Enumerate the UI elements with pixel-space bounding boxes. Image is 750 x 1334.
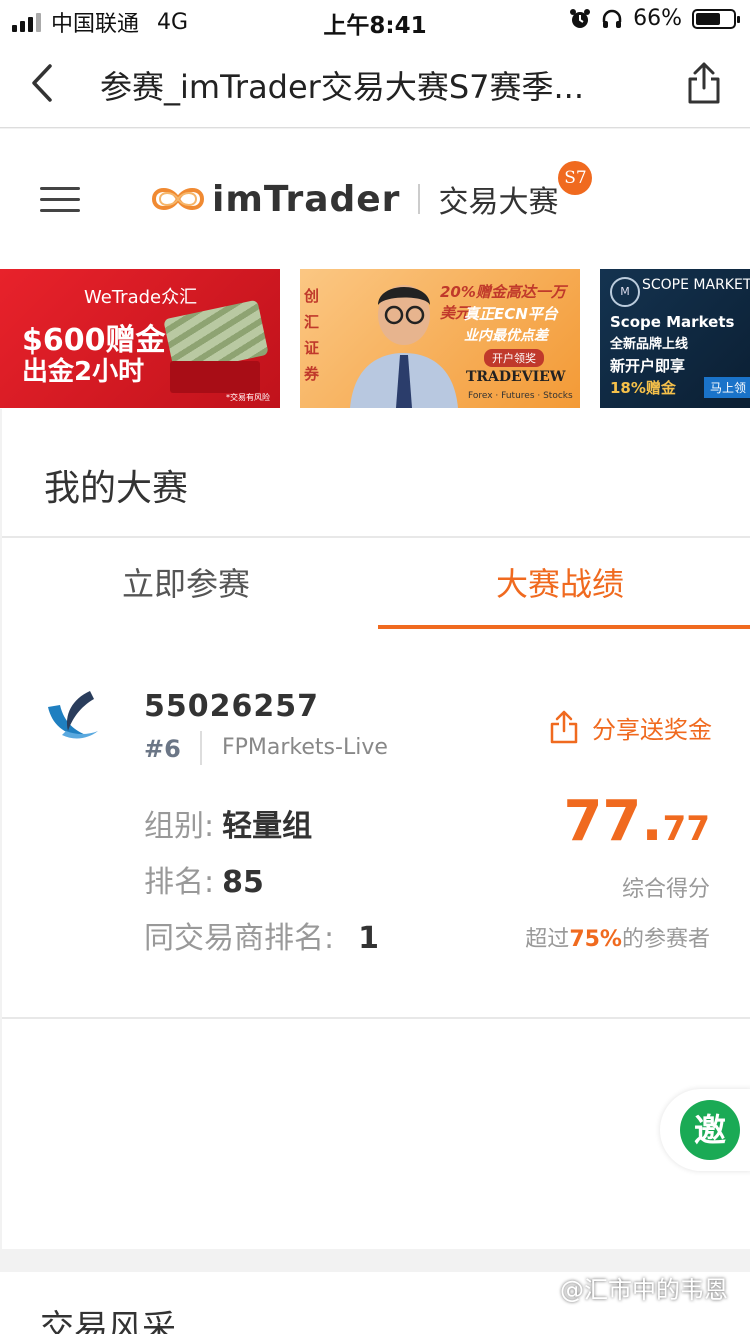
weibo-icon [531, 1277, 555, 1299]
banner-offer: 18%赠金 [610, 379, 676, 397]
overall-score: 77.77 [563, 789, 710, 854]
score-integer: 77. [563, 789, 663, 854]
score-decimal: 77 [662, 809, 710, 849]
brand-logo[interactable]: imTrader 交易大赛 S7 [148, 161, 593, 221]
banner-subline: 真正ECN平台 [464, 305, 558, 323]
tab-contest-results[interactable]: 大赛战绩 [496, 559, 624, 605]
banner-brand-sub: Forex · Futures · Stocks [468, 391, 573, 401]
share-for-bonus-button[interactable]: 分享送奖金 [548, 709, 712, 745]
ad-banner-carousel: WeTrade众汇 $600赠金 出金2小时 *交易有风险 创汇证券 20%赠金… [0, 269, 750, 409]
score-label: 综合得分 [621, 877, 710, 902]
brand-subtitle-text: 交易大赛 [438, 185, 559, 220]
section-title: 我的大赛 [44, 468, 189, 509]
rank-label: 排名: [144, 865, 215, 900]
banner-side-text: 创汇证券 [304, 287, 320, 383]
menu-icon[interactable] [40, 187, 80, 215]
percentile-value: 75% [569, 927, 622, 952]
divider [200, 731, 202, 765]
status-right: 66% [569, 6, 740, 31]
alarm-icon [570, 8, 591, 28]
banner-cta: 开户领奖 [484, 349, 544, 367]
entry-number: #6 [144, 735, 181, 763]
banner-subline-2: 业内最优点差 [464, 328, 548, 344]
watermark: @汇市中的韦恩 [530, 1270, 728, 1305]
broker-logo-icon [48, 691, 98, 739]
percentile-prefix: 超过 [525, 927, 570, 952]
section-title: 交易风采 [40, 1308, 176, 1334]
banner-brand: TRADEVIEW [466, 369, 566, 385]
rank-info: 排名: 85 [144, 857, 264, 901]
banner-note: *交易有风险 [226, 393, 270, 402]
brand-subtitle: 交易大赛 S7 [438, 161, 593, 221]
percentile-suffix: 的参赛者 [621, 927, 710, 952]
page-title: 参赛_imTrader交易大赛S7赛季... [100, 68, 585, 106]
banner-brand: WeTrade众汇 [84, 287, 198, 308]
divider [2, 536, 750, 538]
banner-subline: 全新品牌上线 [610, 337, 689, 352]
status-bar: 中国联通 4G 上午8:41 66% [0, 0, 750, 40]
banner-brand: SCOPE MARKETS [642, 277, 750, 293]
season-badge: S7 [558, 161, 593, 195]
back-icon[interactable] [22, 60, 62, 106]
infinity-logo-icon [151, 188, 205, 210]
tab-join-now[interactable]: 立即参赛 [122, 559, 250, 605]
scope-logo-icon: M [610, 277, 640, 307]
watermark-text: @汇市中的韦恩 [560, 1276, 728, 1304]
headphones-icon [602, 9, 622, 28]
invite-float: 邀 [660, 1089, 750, 1171]
logo-text: imTrader [212, 178, 401, 220]
rank-value: 85 [222, 865, 264, 900]
banner-headline: Scope Markets [610, 313, 735, 331]
banner-tradeview[interactable]: 创汇证券 20%赠金高达一万美元 真正ECN平台 业内最优点差 开户领奖 TRA… [300, 269, 580, 408]
banner-cta: 马上领 [704, 377, 750, 398]
brand-divider [418, 184, 421, 214]
share-for-bonus-label: 分享送奖金 [592, 715, 712, 744]
group-label: 组别: [144, 809, 215, 844]
invite-button[interactable]: 邀 [680, 1100, 740, 1160]
account-number: 55026257 [144, 689, 319, 724]
server-name: FPMarkets-Live [222, 735, 388, 760]
battery-percent: 66% [633, 6, 682, 31]
gift-box-image [170, 361, 260, 393]
active-tab-indicator [378, 625, 750, 629]
broker-rank-info: 同交易商排名: 1 [144, 913, 379, 957]
share-icon[interactable] [684, 60, 724, 106]
broker-rank-label: 同交易商排名: [144, 921, 335, 956]
site-header: imTrader 交易大赛 S7 [0, 129, 750, 269]
nav-bar: 参赛_imTrader交易大赛S7赛季... [0, 40, 750, 128]
banner-wetrade[interactable]: WeTrade众汇 $600赠金 出金2小时 *交易有风险 [0, 269, 280, 408]
percentile-text: 超过75%的参赛者 [525, 921, 710, 953]
broker-rank-value: 1 [358, 921, 379, 956]
share-icon [550, 710, 578, 744]
my-contest-card: 我的大赛 立即参赛 大赛战绩 55026257 #6 FPMarkets-Liv… [2, 409, 750, 1249]
battery-icon [692, 8, 740, 29]
divider [2, 1017, 750, 1019]
banner-subline-2: 新开户即享 [610, 357, 686, 375]
banner-subline: 出金2小时 [22, 357, 145, 387]
battery-fill [696, 12, 720, 25]
group-info: 组别: 轻量组 [144, 801, 312, 845]
banner-scope-markets[interactable]: M SCOPE MARKETS Scope Markets 全新品牌上线 新开户… [600, 269, 750, 408]
group-value: 轻量组 [222, 809, 313, 844]
